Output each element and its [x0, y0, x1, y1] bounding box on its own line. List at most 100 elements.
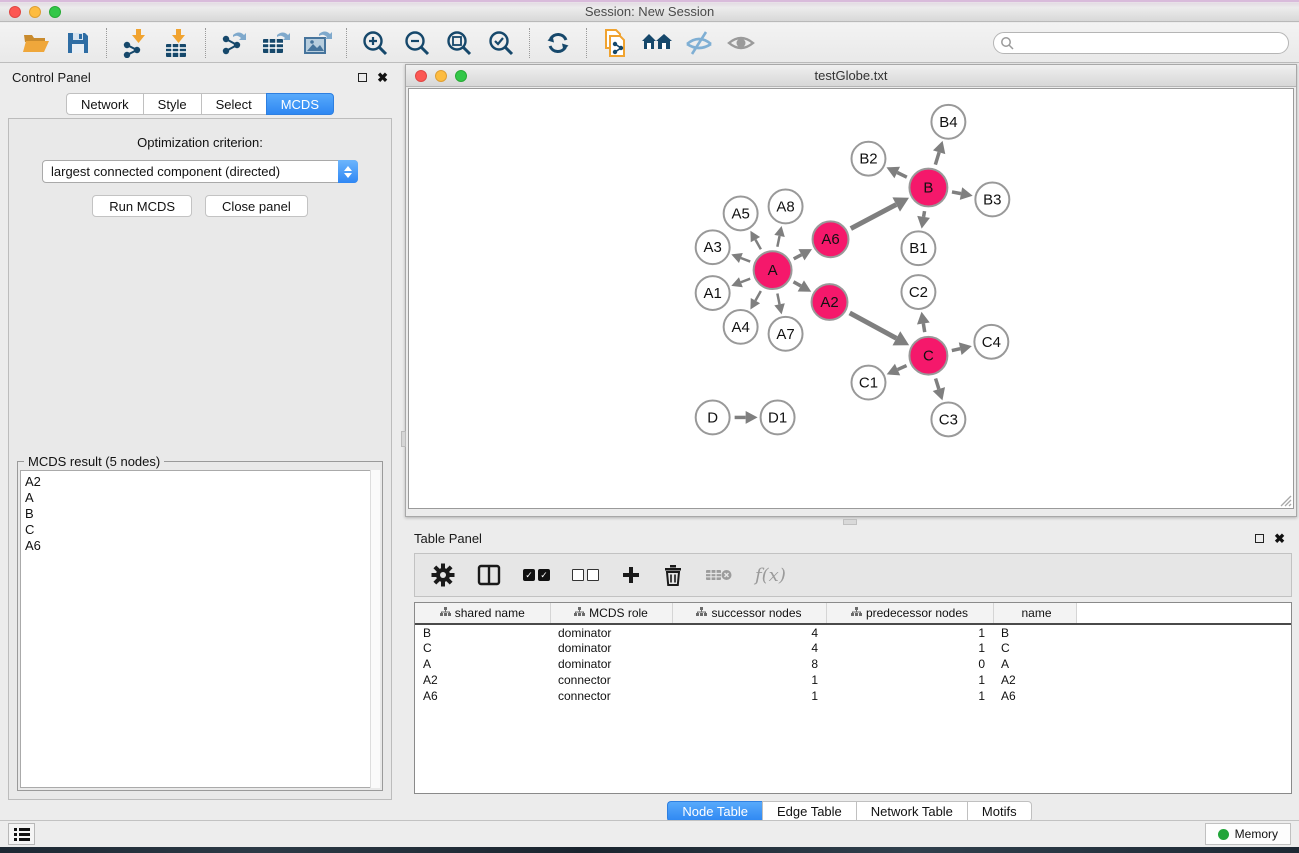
graph-node-D[interactable]: D [696, 401, 730, 435]
graph-node-A6[interactable]: A6 [813, 221, 849, 257]
hide-eye-icon[interactable] [683, 28, 715, 58]
network-window-titlebar[interactable]: testGlobe.txt [406, 65, 1296, 87]
graph-node-C2[interactable]: C2 [901, 275, 935, 309]
table-row[interactable]: A6connector11A6 [415, 688, 1291, 704]
graph-node-A1[interactable]: A1 [696, 276, 730, 310]
delete-column-trash-icon[interactable] [663, 560, 683, 590]
select-all-checked-icon[interactable]: ✓✓ [523, 560, 550, 590]
open-folder-icon[interactable] [20, 28, 52, 58]
mcds-result-item[interactable]: A [25, 490, 379, 506]
graph-node-B1[interactable]: B1 [901, 231, 935, 265]
tab-network[interactable]: Network [66, 93, 143, 115]
close-table-panel-icon[interactable]: ✖ [1274, 534, 1285, 543]
task-history-button[interactable] [8, 823, 35, 845]
edge[interactable] [850, 313, 897, 338]
tab-select[interactable]: Select [201, 93, 266, 115]
mcds-result-item[interactable]: C [25, 522, 379, 538]
mcds-result-item[interactable]: A6 [25, 538, 379, 554]
edge[interactable] [936, 379, 939, 390]
graph-node-A8[interactable]: A8 [769, 190, 803, 224]
edge[interactable] [898, 366, 907, 370]
edge[interactable] [952, 349, 960, 351]
edge[interactable] [794, 255, 802, 259]
export-image-icon[interactable] [302, 28, 334, 58]
memory-button[interactable]: Memory [1205, 823, 1291, 845]
edge[interactable] [777, 236, 779, 247]
export-network-icon[interactable] [218, 28, 250, 58]
clone-network-icon[interactable] [599, 28, 631, 58]
result-scrollbar[interactable] [370, 470, 380, 788]
save-icon[interactable] [62, 28, 94, 58]
edge[interactable] [741, 279, 750, 283]
mcds-result-list[interactable]: A2ABCA6 [20, 470, 380, 788]
mcds-result-item[interactable]: A2 [25, 474, 379, 490]
close-panel-button[interactable]: Close panel [205, 195, 308, 217]
edge[interactable] [793, 282, 800, 286]
graph-node-B[interactable]: B [909, 169, 947, 207]
column-header[interactable]: name [993, 603, 1076, 624]
graph-node-A[interactable]: A [754, 251, 792, 289]
zoom-out-icon[interactable] [401, 28, 433, 58]
graph-node-A3[interactable]: A3 [696, 230, 730, 264]
edge[interactable] [935, 152, 939, 164]
column-header[interactable]: MCDS role [550, 603, 672, 624]
tab-style[interactable]: Style [143, 93, 201, 115]
column-header[interactable]: successor nodes [672, 603, 826, 624]
edge[interactable] [924, 211, 925, 217]
float-panel-icon[interactable] [358, 73, 367, 82]
zoom-selected-icon[interactable] [485, 28, 517, 58]
search-box[interactable] [993, 32, 1289, 54]
refresh-icon[interactable] [542, 28, 574, 58]
column-header[interactable]: shared name [415, 603, 550, 624]
zoom-fit-icon[interactable] [443, 28, 475, 58]
resize-grip-icon[interactable] [1279, 494, 1292, 507]
tab-motifs[interactable]: Motifs [967, 801, 1032, 822]
add-column-icon[interactable] [621, 560, 641, 590]
edge[interactable] [952, 192, 961, 194]
mcds-result-item[interactable]: B [25, 506, 379, 522]
delete-table-icon[interactable] [705, 560, 733, 590]
tab-mcds[interactable]: MCDS [266, 93, 334, 115]
edge[interactable] [755, 291, 760, 301]
criterion-dropdown[interactable]: largest connected component (directed) [42, 160, 358, 183]
graph-node-C4[interactable]: C4 [974, 325, 1008, 359]
graph-node-A5[interactable]: A5 [724, 196, 758, 230]
graph-node-C3[interactable]: C3 [931, 403, 965, 437]
table-row[interactable]: Bdominator41B [415, 624, 1291, 640]
tab-edge-table[interactable]: Edge Table [762, 801, 856, 822]
edge[interactable] [923, 323, 924, 332]
edge[interactable] [851, 205, 896, 229]
select-none-unchecked-icon[interactable] [572, 560, 599, 590]
graph-node-B3[interactable]: B3 [975, 183, 1009, 217]
tab-node-table[interactable]: Node Table [667, 801, 762, 822]
graph-node-A2[interactable]: A2 [812, 284, 848, 320]
table-row[interactable]: Cdominator41C [415, 640, 1291, 656]
run-mcds-button[interactable]: Run MCDS [92, 195, 192, 217]
gear-icon[interactable] [431, 560, 455, 590]
graph-node-C1[interactable]: C1 [851, 366, 885, 400]
graph-node-B4[interactable]: B4 [931, 105, 965, 139]
split-columns-icon[interactable] [477, 560, 501, 590]
tab-network-table[interactable]: Network Table [856, 801, 967, 822]
close-panel-icon[interactable]: ✖ [377, 73, 388, 82]
network-canvas[interactable]: B4B2BB3A5A8A6A3AB1A1C2A2A4A7CC4C1C3DD1 [408, 88, 1294, 509]
import-table-icon[interactable] [161, 28, 193, 58]
graph-node-B2[interactable]: B2 [851, 142, 885, 176]
import-network-icon[interactable] [119, 28, 151, 58]
graph-node-A7[interactable]: A7 [769, 317, 803, 351]
function-builder-icon[interactable]: f(x) [755, 560, 786, 590]
edge[interactable] [897, 173, 907, 178]
edge[interactable] [755, 240, 760, 250]
graph-node-C[interactable]: C [909, 337, 947, 375]
home-view-icon[interactable] [641, 28, 673, 58]
graph-node-A4[interactable]: A4 [724, 310, 758, 344]
vertical-splitter-grip[interactable] [401, 431, 406, 447]
table-row[interactable]: Adominator80A [415, 656, 1291, 672]
show-eye-icon[interactable] [725, 28, 757, 58]
search-input[interactable] [1014, 34, 1288, 52]
column-header[interactable]: predecessor nodes [826, 603, 993, 624]
export-table-icon[interactable] [260, 28, 292, 58]
table-row[interactable]: A2connector11A2 [415, 672, 1291, 688]
edge[interactable] [741, 258, 750, 262]
float-table-panel-icon[interactable] [1255, 534, 1264, 543]
